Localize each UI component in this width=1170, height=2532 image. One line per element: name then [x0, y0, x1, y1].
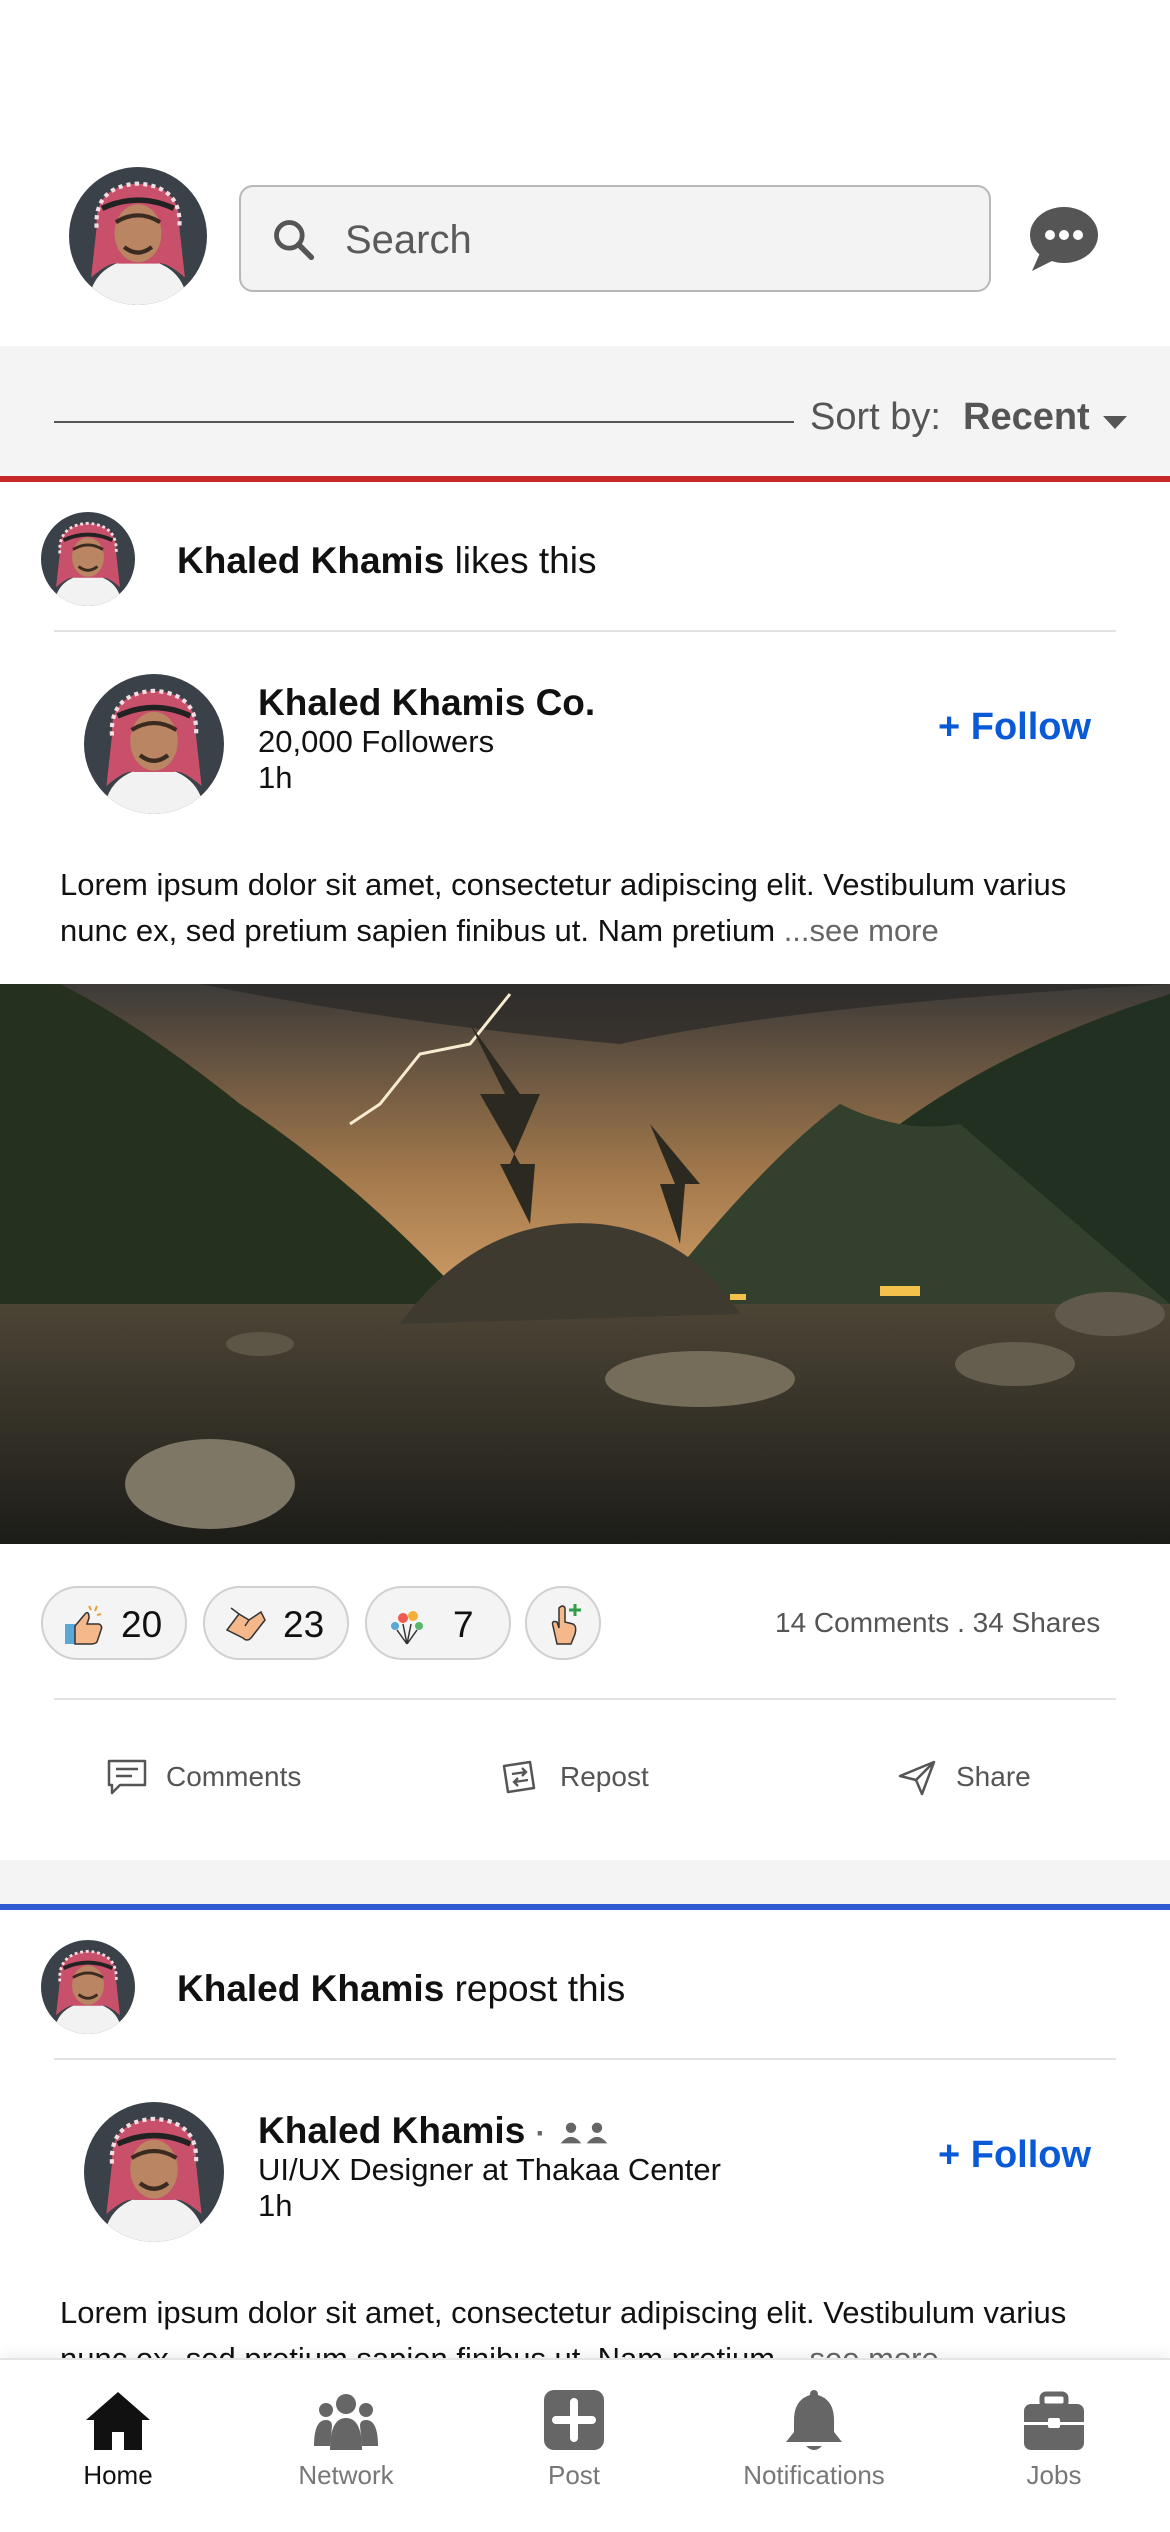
share-button[interactable]: Share — [896, 1758, 1031, 1796]
reaction-chip[interactable]: 23 — [203, 1586, 349, 1660]
connections-icon — [560, 2122, 608, 2144]
nav-jobs-label: Jobs — [1026, 2460, 1082, 2490]
home-icon — [86, 2392, 150, 2450]
post-text: Lorem ipsum dolor sit amet, consectetur … — [60, 862, 1120, 954]
author-name[interactable]: Khaled Khamis Co. — [258, 682, 595, 724]
author-avatar[interactable] — [84, 674, 224, 814]
bell-icon — [786, 2390, 842, 2450]
activity-action: repost this — [444, 1968, 626, 2009]
author-followers: 20,000 Followers — [258, 724, 495, 759]
author-headline: UI/UX Designer at Thakaa Center — [258, 2152, 721, 2187]
comments-button[interactable]: Comments — [106, 1758, 301, 1796]
nav-home-label: Home — [83, 2460, 153, 2490]
activity-text: Khaled Khamis likes this — [177, 540, 596, 582]
search-input[interactable] — [345, 207, 945, 273]
author-badge-dot: · — [535, 2117, 546, 2150]
bottom-navigation: Home Network Post Notifications Jobs — [0, 2358, 1170, 2532]
author-name[interactable]: Khaled Khamis · — [258, 2110, 612, 2152]
search-bar[interactable] — [239, 185, 991, 292]
comments-label: Comments — [166, 1761, 302, 1792]
reaction-count: 7 — [453, 1604, 474, 1645]
post-image[interactable] — [0, 984, 1170, 1544]
messages-icon[interactable] — [1028, 205, 1100, 273]
search-icon — [274, 220, 315, 261]
comment-icon — [107, 1759, 147, 1795]
send-icon — [898, 1760, 936, 1796]
reaction-chip[interactable]: 7 — [365, 1586, 511, 1660]
network-icon — [314, 2394, 378, 2450]
activity-text: Khaled Khamis repost this — [177, 1968, 625, 2010]
reaction-chip[interactable]: 20 — [41, 1586, 187, 1660]
divider — [54, 2058, 1116, 2060]
author-name-text: Khaled Khamis — [258, 2110, 526, 2151]
repost-label: Repost — [560, 1761, 649, 1792]
reaction-count: 23 — [283, 1604, 325, 1645]
feed-post: Khaled Khamis likes this Khaled Khamis C… — [0, 476, 1170, 1860]
post-time: 1h — [258, 760, 293, 795]
sort-bar: Sort by: Recent — [0, 346, 1170, 480]
activity-user[interactable]: Khaled Khamis — [177, 540, 444, 581]
sort-label: Sort by: — [810, 396, 941, 438]
post-accent-bar — [0, 476, 1170, 482]
nav-network-label: Network — [298, 2460, 394, 2490]
post-icon — [544, 2390, 604, 2450]
activity-avatar[interactable] — [41, 512, 135, 606]
repost-button[interactable]: Repost — [500, 1758, 649, 1796]
activity-user[interactable]: Khaled Khamis — [177, 1968, 444, 2009]
reaction-count: 20 — [121, 1604, 163, 1645]
chevron-down-icon[interactable] — [1103, 416, 1127, 429]
nav-post[interactable]: Post — [474, 2388, 674, 2491]
post-time: 1h — [258, 2188, 293, 2223]
handshake-icon — [225, 1607, 266, 1641]
nav-post-label: Post — [547, 2460, 601, 2490]
add-reaction-button[interactable] — [525, 1586, 601, 1660]
sort-dropdown[interactable]: Recent — [963, 396, 1090, 439]
briefcase-icon — [1024, 2391, 1084, 2450]
clapping-thumbs-up-icon — [65, 1605, 103, 1645]
feed-separator — [0, 1860, 1170, 1904]
post-accent-bar — [0, 1904, 1170, 1910]
nav-jobs[interactable]: Jobs — [954, 2388, 1154, 2491]
nav-network[interactable]: Network — [246, 2388, 446, 2491]
sort-divider — [54, 421, 794, 423]
nav-notifications[interactable]: Notifications — [714, 2388, 914, 2491]
activity-avatar[interactable] — [41, 1940, 135, 2034]
profile-avatar[interactable] — [69, 167, 207, 305]
nav-home[interactable]: Home — [18, 2388, 218, 2491]
divider — [54, 1698, 1116, 1700]
repost-icon — [502, 1760, 536, 1794]
follow-button[interactable]: + Follow — [938, 706, 1091, 749]
celebrate-icon — [391, 1611, 423, 1645]
add-reaction-icon — [551, 1604, 581, 1645]
nav-notifications-label: Notifications — [743, 2460, 885, 2490]
top-header — [0, 0, 1170, 346]
divider — [54, 630, 1116, 632]
author-avatar[interactable] — [84, 2102, 224, 2242]
share-label: Share — [956, 1761, 1031, 1792]
feed-post: Khaled Khamis repost this Khaled Khamis … — [0, 1904, 1170, 2384]
see-more-link[interactable]: ...see more — [784, 913, 939, 948]
activity-action: likes this — [444, 540, 597, 581]
post-stats[interactable]: 14 Comments . 34 Shares — [775, 1607, 1100, 1639]
follow-button[interactable]: + Follow — [938, 2134, 1091, 2177]
